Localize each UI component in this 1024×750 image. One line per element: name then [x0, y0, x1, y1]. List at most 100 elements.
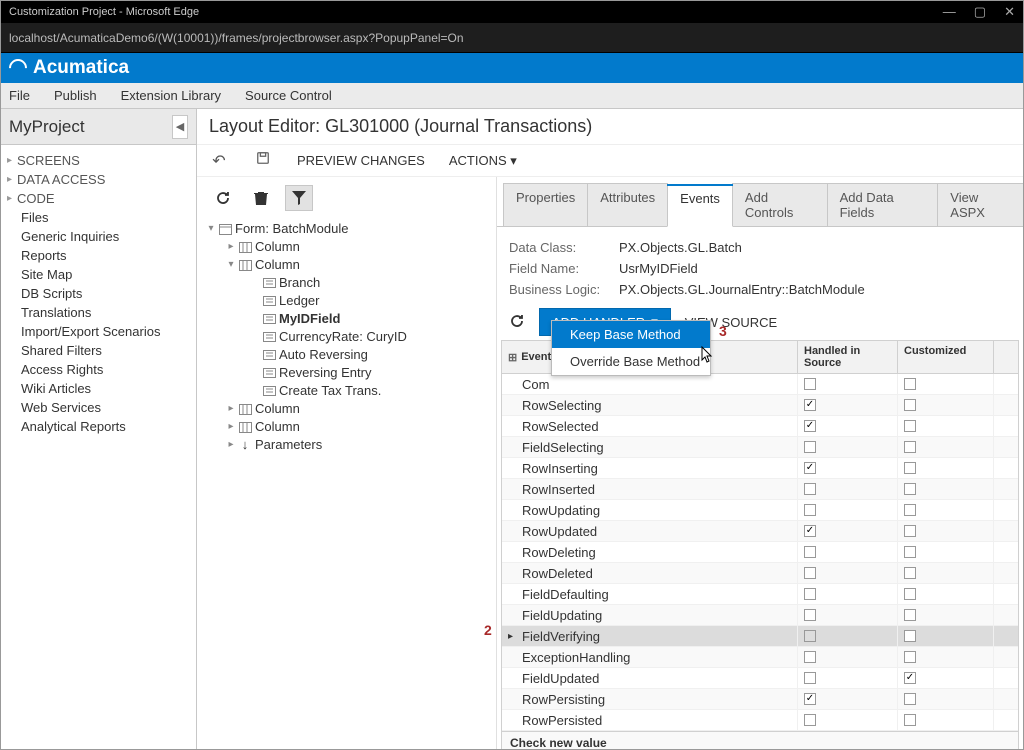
handled-checkbox[interactable]	[804, 483, 816, 495]
sidebar-item-access-rights[interactable]: Access Rights	[1, 360, 196, 379]
sidebar-item-analytical-reports[interactable]: Analytical Reports	[1, 417, 196, 436]
handled-checkbox[interactable]	[804, 462, 816, 474]
customized-checkbox[interactable]	[904, 420, 916, 432]
handled-checkbox[interactable]	[804, 609, 816, 621]
table-row[interactable]: ▸RowSelecting	[502, 395, 1018, 416]
table-row[interactable]: ▸FieldSelecting	[502, 437, 1018, 458]
customized-checkbox[interactable]	[904, 693, 916, 705]
col-handled[interactable]: Handled in Source	[798, 341, 898, 373]
tab-add-controls[interactable]: Add Controls	[732, 183, 828, 226]
undo-icon[interactable]: ↶	[209, 151, 229, 171]
customized-checkbox[interactable]	[904, 567, 916, 579]
tree-column-1[interactable]: ▸Column	[201, 237, 492, 255]
minimize-icon[interactable]: —	[943, 4, 956, 20]
sidebar-section-data-access[interactable]: ▸DATA ACCESS	[1, 170, 196, 189]
table-row[interactable]: ▸RowInserted	[502, 479, 1018, 500]
customized-checkbox[interactable]	[904, 399, 916, 411]
sidebar-item-web-services[interactable]: Web Services	[1, 398, 196, 417]
customized-checkbox[interactable]	[904, 630, 916, 642]
handled-checkbox[interactable]	[804, 672, 816, 684]
sidebar-section-screens[interactable]: ▸SCREENS	[1, 151, 196, 170]
sidebar-item-generic-inquiries[interactable]: Generic Inquiries	[1, 227, 196, 246]
sidebar-item-reports[interactable]: Reports	[1, 246, 196, 265]
handled-checkbox[interactable]	[804, 504, 816, 516]
table-row[interactable]: ▸FieldDefaulting	[502, 584, 1018, 605]
menu-file[interactable]: File	[9, 88, 30, 103]
handled-checkbox[interactable]	[804, 378, 816, 390]
tree-column-2[interactable]: ▾Column	[201, 255, 492, 273]
table-row[interactable]: ▸RowUpdated	[502, 521, 1018, 542]
customized-checkbox[interactable]	[904, 609, 916, 621]
table-row[interactable]: ▸RowSelected	[502, 416, 1018, 437]
tree-field-myidfield[interactable]: MyIDField	[201, 309, 492, 327]
customized-checkbox[interactable]	[904, 441, 916, 453]
save-icon[interactable]	[253, 151, 273, 170]
customized-checkbox[interactable]	[904, 378, 916, 390]
tab-events[interactable]: Events	[667, 184, 733, 227]
refresh-icon[interactable]	[209, 185, 237, 211]
table-row[interactable]: ▸FieldUpdated	[502, 668, 1018, 689]
sidebar-item-import-export[interactable]: Import/Export Scenarios	[1, 322, 196, 341]
tree-field-ledger[interactable]: Ledger	[201, 291, 492, 309]
delete-icon[interactable]	[247, 185, 275, 211]
tree-column-4[interactable]: ▸Column	[201, 417, 492, 435]
dropdown-override-base[interactable]: Override Base Method	[552, 348, 710, 375]
table-row[interactable]: ▸RowDeleted	[502, 563, 1018, 584]
handled-checkbox[interactable]	[804, 630, 816, 642]
customized-checkbox[interactable]	[904, 504, 916, 516]
table-row[interactable]: ▸RowUpdating	[502, 500, 1018, 521]
sidebar-item-files[interactable]: Files	[1, 208, 196, 227]
maximize-icon[interactable]: ▢	[974, 4, 986, 20]
tree-parameters[interactable]: ▸↓Parameters	[201, 435, 492, 453]
tree-field-currencyrate[interactable]: CurrencyRate: CuryID	[201, 327, 492, 345]
handled-checkbox[interactable]	[804, 546, 816, 558]
row-selector-icon[interactable]: ⊞	[508, 351, 517, 364]
sidebar-item-shared-filters[interactable]: Shared Filters	[1, 341, 196, 360]
preview-changes-button[interactable]: PREVIEW CHANGES	[297, 153, 425, 168]
tree-field-createtax[interactable]: Create Tax Trans.	[201, 381, 492, 399]
tree-field-autoreversing[interactable]: Auto Reversing	[201, 345, 492, 363]
tab-attributes[interactable]: Attributes	[587, 183, 668, 226]
grid-refresh-icon[interactable]	[509, 313, 525, 332]
customized-checkbox[interactable]	[904, 714, 916, 726]
table-row[interactable]: ▸FieldVerifying	[502, 626, 1018, 647]
table-row[interactable]: ▸ExceptionHandling	[502, 647, 1018, 668]
tree-field-branch[interactable]: Branch	[201, 273, 492, 291]
dropdown-keep-base[interactable]: Keep Base Method	[552, 321, 710, 348]
handled-checkbox[interactable]	[804, 420, 816, 432]
tab-add-data-fields[interactable]: Add Data Fields	[827, 183, 939, 226]
table-row[interactable]: ▸FieldUpdating	[502, 605, 1018, 626]
sidebar-item-site-map[interactable]: Site Map	[1, 265, 196, 284]
table-row[interactable]: ▸Com	[502, 374, 1018, 395]
handled-checkbox[interactable]	[804, 714, 816, 726]
handled-checkbox[interactable]	[804, 651, 816, 663]
menu-source-control[interactable]: Source Control	[245, 88, 332, 103]
tree-column-3[interactable]: ▸Column	[201, 399, 492, 417]
close-icon[interactable]: ✕	[1004, 4, 1015, 20]
handled-checkbox[interactable]	[804, 399, 816, 411]
table-row[interactable]: ▸RowDeleting	[502, 542, 1018, 563]
tab-properties[interactable]: Properties	[503, 183, 588, 226]
sidebar-item-translations[interactable]: Translations	[1, 303, 196, 322]
customized-checkbox[interactable]	[904, 483, 916, 495]
sidebar-collapse-icon[interactable]: ◀	[172, 115, 188, 139]
customized-checkbox[interactable]	[904, 546, 916, 558]
menu-extension-library[interactable]: Extension Library	[121, 88, 221, 103]
tree-field-reversingentry[interactable]: Reversing Entry	[201, 363, 492, 381]
table-row[interactable]: ▸RowPersisted	[502, 710, 1018, 731]
sidebar-item-wiki-articles[interactable]: Wiki Articles	[1, 379, 196, 398]
filter-icon[interactable]	[285, 185, 313, 211]
sidebar-section-code[interactable]: ▸CODE	[1, 189, 196, 208]
table-row[interactable]: ▸RowInserting	[502, 458, 1018, 479]
sidebar-item-db-scripts[interactable]: DB Scripts	[1, 284, 196, 303]
col-event-handler[interactable]: Event	[521, 351, 551, 363]
table-row[interactable]: ▸RowPersisting	[502, 689, 1018, 710]
customized-checkbox[interactable]	[904, 525, 916, 537]
tab-view-aspx[interactable]: View ASPX	[937, 183, 1023, 226]
tree-form-root[interactable]: ▾Form: BatchModule	[201, 219, 492, 237]
handled-checkbox[interactable]	[804, 525, 816, 537]
address-bar[interactable]: localhost/AcumaticaDemo6/(W(10001))/fram…	[1, 23, 1023, 53]
handled-checkbox[interactable]	[804, 693, 816, 705]
customized-checkbox[interactable]	[904, 672, 916, 684]
col-customized[interactable]: Customized	[898, 341, 994, 373]
